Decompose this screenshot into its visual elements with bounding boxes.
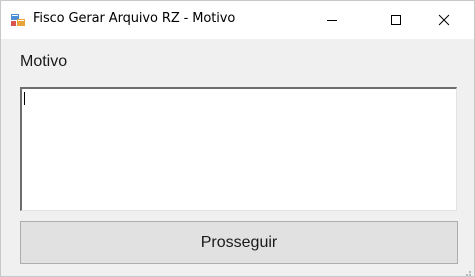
maximize-icon [390, 14, 402, 26]
resize-grip-icon[interactable] [462, 264, 472, 276]
close-button[interactable] [421, 1, 467, 39]
maximize-button[interactable] [373, 1, 419, 39]
prosseguir-button[interactable]: Prosseguir [20, 221, 458, 264]
text-caret [24, 92, 25, 105]
window-title: Fisco Gerar Arquivo RZ - Motivo [33, 11, 236, 26]
motivo-label: Motivo [20, 53, 68, 70]
minimize-icon [326, 14, 338, 26]
close-icon [438, 14, 450, 26]
form-client-area: Motivo Prosseguir [1, 39, 474, 276]
app-icon [11, 13, 25, 27]
minimize-button[interactable] [309, 1, 355, 39]
dialog-window: Fisco Gerar Arquivo RZ - Motivo Motivo P… [0, 0, 475, 277]
motivo-textbox[interactable] [20, 87, 457, 211]
title-bar[interactable]: Fisco Gerar Arquivo RZ - Motivo [1, 1, 474, 39]
